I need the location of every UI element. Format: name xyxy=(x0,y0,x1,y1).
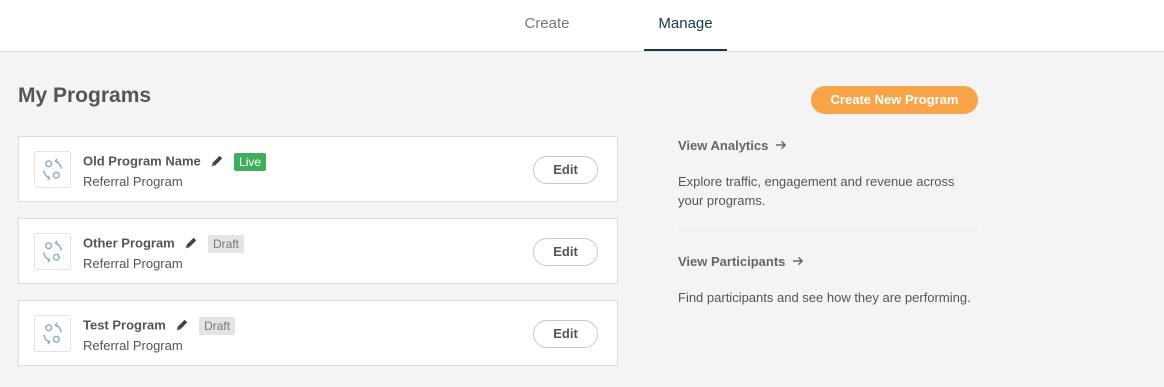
program-type: Referral Program xyxy=(83,256,183,271)
top-nav: Create Manage xyxy=(0,0,1164,52)
status-badge: Draft xyxy=(199,317,236,335)
edit-button[interactable]: Edit xyxy=(533,156,598,184)
program-card: Other Program Draft Referral Program Edi… xyxy=(18,218,618,284)
edit-button[interactable]: Edit xyxy=(533,238,598,266)
program-card: Old Program Name Live Referral Program E… xyxy=(18,136,618,202)
create-new-program-button[interactable]: Create New Program xyxy=(811,86,978,114)
program-name: Other Program xyxy=(83,235,175,251)
tab-manage[interactable]: Manage xyxy=(644,0,727,51)
view-analytics-label: View Analytics xyxy=(678,138,769,153)
program-type: Referral Program xyxy=(83,174,183,189)
program-name: Old Program Name xyxy=(83,153,201,169)
tab-create[interactable]: Create xyxy=(505,0,589,51)
view-participants-description: Find participants and see how they are p… xyxy=(678,290,971,305)
program-card: Test Program Draft Referral Program Edit xyxy=(18,300,618,366)
arrow-right-icon xyxy=(775,138,787,153)
referral-cycle-icon xyxy=(34,315,71,352)
view-analytics-link[interactable]: View Analytics xyxy=(678,138,787,153)
status-badge: Draft xyxy=(208,235,245,253)
program-name-row: Other Program Draft xyxy=(83,235,245,253)
pencil-icon[interactable] xyxy=(175,318,189,335)
page-title: My Programs xyxy=(18,84,152,107)
status-badge: Live xyxy=(234,153,267,171)
view-participants-label: View Participants xyxy=(678,254,786,269)
sidebar-divider xyxy=(678,230,978,231)
program-type: Referral Program xyxy=(83,338,183,353)
arrow-right-icon xyxy=(793,254,804,269)
pencil-icon[interactable] xyxy=(210,154,224,171)
referral-cycle-icon xyxy=(34,233,71,270)
view-analytics-description: Explore traffic, engagement and revenue … xyxy=(678,174,955,208)
program-name-row: Test Program Draft xyxy=(83,317,236,335)
pencil-icon[interactable] xyxy=(184,236,198,253)
program-name-row: Old Program Name Live xyxy=(83,153,267,171)
edit-button[interactable]: Edit xyxy=(533,320,598,348)
referral-cycle-icon xyxy=(34,151,71,188)
view-participants-link[interactable]: View Participants xyxy=(678,254,804,269)
program-name: Test Program xyxy=(83,317,166,333)
